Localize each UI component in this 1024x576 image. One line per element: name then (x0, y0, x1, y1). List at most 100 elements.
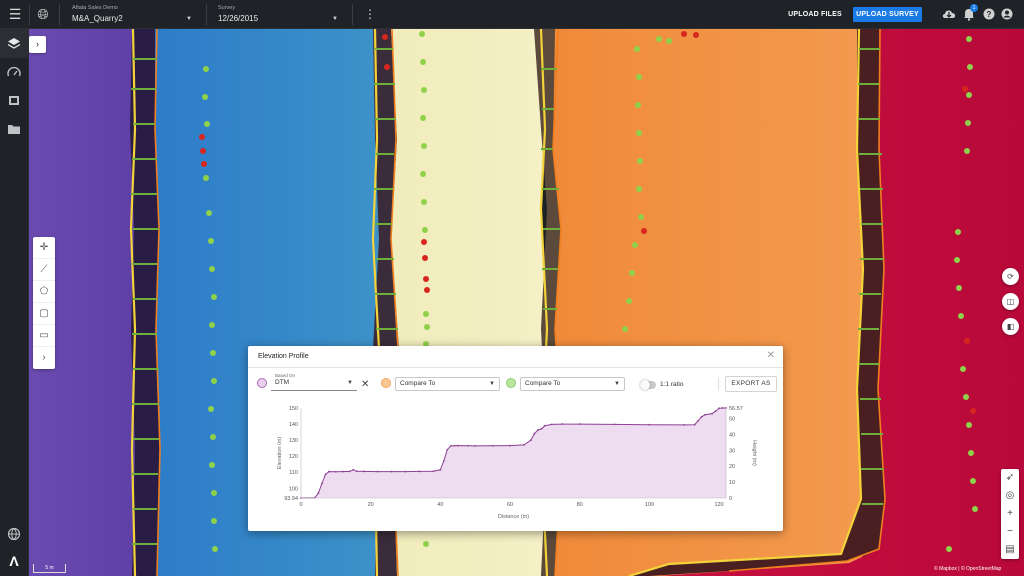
chevron-down-icon[interactable]: ▼ (332, 16, 338, 22)
elevation-point (432, 470, 435, 473)
elevation-point (446, 448, 449, 451)
elevation-point (536, 429, 539, 431)
elevation-point (578, 423, 581, 425)
compass-icon[interactable]: ➶ (1001, 469, 1019, 487)
upload-survey-button[interactable]: UPLOAD SURVEY (853, 7, 922, 22)
elevation-point (439, 468, 442, 471)
elevation-point (352, 468, 355, 471)
account-icon[interactable] (1001, 8, 1013, 20)
elevation-point (449, 444, 452, 447)
chevron-down-icon: ▼ (614, 381, 620, 387)
compare-2-color-swatch[interactable] (506, 378, 516, 388)
compare-view-icon[interactable]: ◫ (1002, 293, 1019, 310)
x-tick-label: 120 (714, 502, 723, 508)
elevation-point (540, 427, 543, 430)
elevation-point (341, 470, 344, 473)
toggle-knob (640, 380, 650, 390)
upload-files-button[interactable]: UPLOAD FILES (783, 7, 847, 22)
split-view-icon[interactable]: ◧ (1002, 318, 1019, 335)
chevron-down-icon: ▼ (489, 381, 495, 387)
chevron-right-icon[interactable]: › (33, 347, 55, 369)
y2-tick-label: 0 (729, 496, 732, 502)
elevation-point (721, 407, 724, 409)
y-axis-title: Elevation (m) (277, 437, 283, 470)
chevron-down-icon[interactable]: ▼ (186, 16, 192, 22)
y-tick-label: 110 (289, 470, 298, 476)
gallery-icon[interactable] (6, 93, 22, 109)
site-selector[interactable]: M&A_Quarry2 (72, 14, 123, 23)
y-tick-label: 100 (289, 486, 298, 492)
zoom-controls: ➶ ◎ + − ▤ (1001, 469, 1019, 559)
compare-to-select-2[interactable]: Compare To ▼ (520, 377, 625, 391)
dtm-color-swatch[interactable] (257, 378, 267, 388)
gauge-icon[interactable] (6, 65, 22, 81)
elevation-point (648, 423, 651, 426)
folder-icon[interactable] (6, 121, 22, 137)
survey-label: Survey (218, 5, 236, 11)
export-as-button[interactable]: EXPORT AS (725, 376, 777, 392)
compare-to-select-1[interactable]: Compare To ▼ (395, 377, 500, 391)
language-icon[interactable] (6, 526, 22, 542)
rotate-view-icon[interactable]: ⟳ (1002, 268, 1019, 285)
elevation-point (561, 423, 564, 425)
elevation-point (683, 423, 686, 426)
rectangle-tool-icon[interactable]: ▢ (33, 303, 55, 325)
logo-mark: Λ (9, 553, 19, 569)
zoom-out-button[interactable]: − (1001, 523, 1019, 541)
locate-icon[interactable]: ◎ (1001, 487, 1019, 505)
elevation-point (714, 410, 717, 413)
line-tool-icon[interactable]: ⟋ (33, 259, 55, 281)
elevation-point (324, 473, 327, 476)
polygon-tool-icon[interactable]: ⬠ (33, 281, 55, 303)
expand-panel-button[interactable]: › (29, 36, 46, 53)
chevron-down-icon: ▼ (347, 380, 353, 386)
y-tick-label: 150 (289, 406, 298, 412)
map-style-icon[interactable]: ▤ (1001, 541, 1019, 559)
notification-badge: 1 (970, 4, 978, 12)
survey-selector[interactable]: 12/26/2015 (218, 14, 258, 23)
elevation-area (301, 408, 726, 498)
divider (59, 4, 60, 25)
map-attribution[interactable]: © Mapbox | © OpenStreetMap (934, 566, 1001, 572)
org-label: Aftata Sales Demo (72, 5, 118, 11)
elevation-point (404, 470, 407, 473)
elevation-point (523, 444, 525, 446)
left-sidebar: Λ (0, 29, 29, 576)
elevation-point (693, 423, 696, 426)
elevation-point (704, 413, 706, 416)
based-on-value: DTM (275, 379, 290, 386)
elevation-point (355, 470, 358, 473)
y2-axis-title: Height (m) (751, 440, 757, 466)
elevation-point (533, 432, 536, 435)
top-bar: ☰ 🌐︎ Aftata Sales Demo M&A_Quarry2 ▼ Sur… (0, 0, 1024, 29)
clear-icon[interactable]: ✕ (361, 379, 369, 390)
based-on-select[interactable]: DTM ▼ (271, 377, 357, 391)
close-icon[interactable]: ✕ (767, 350, 775, 361)
ratio-label: 1:1 ratio (660, 381, 684, 388)
map-scale: 5 m (33, 564, 66, 573)
elevation-point (613, 423, 616, 426)
crosshair-tool-icon[interactable]: ✛ (33, 237, 55, 259)
hamburger-menu-icon[interactable]: ☰ (7, 6, 23, 22)
elevation-point (509, 444, 511, 447)
globe-icon[interactable]: 🌐︎ (35, 6, 51, 22)
elevation-point (718, 407, 720, 410)
ratio-toggle[interactable] (640, 380, 656, 390)
elevation-point (711, 412, 713, 415)
elevation-point (390, 470, 393, 473)
elevation-chart[interactable]: 93.94 100 110 120 130 140 150 0 10 20 30 40 50 56.57… (248, 396, 783, 528)
compare-1-color-swatch[interactable] (381, 378, 391, 388)
layers-icon[interactable] (6, 36, 22, 52)
elevation-point (321, 482, 323, 485)
ruler-tool-icon[interactable]: ▭ (33, 325, 55, 347)
x-tick-label: 40 (437, 502, 443, 508)
help-icon[interactable]: ? (983, 8, 995, 20)
vertical-dots-icon[interactable]: ⋮ (362, 6, 378, 22)
x-tick-label: 80 (577, 502, 583, 508)
elevation-point (543, 424, 546, 427)
zoom-in-button[interactable]: + (1001, 505, 1019, 523)
elevation-point (418, 470, 421, 473)
x-tick-label: 20 (368, 502, 374, 508)
y-tick-label: 93.94 (284, 496, 298, 502)
cloud-icon[interactable] (942, 8, 956, 20)
